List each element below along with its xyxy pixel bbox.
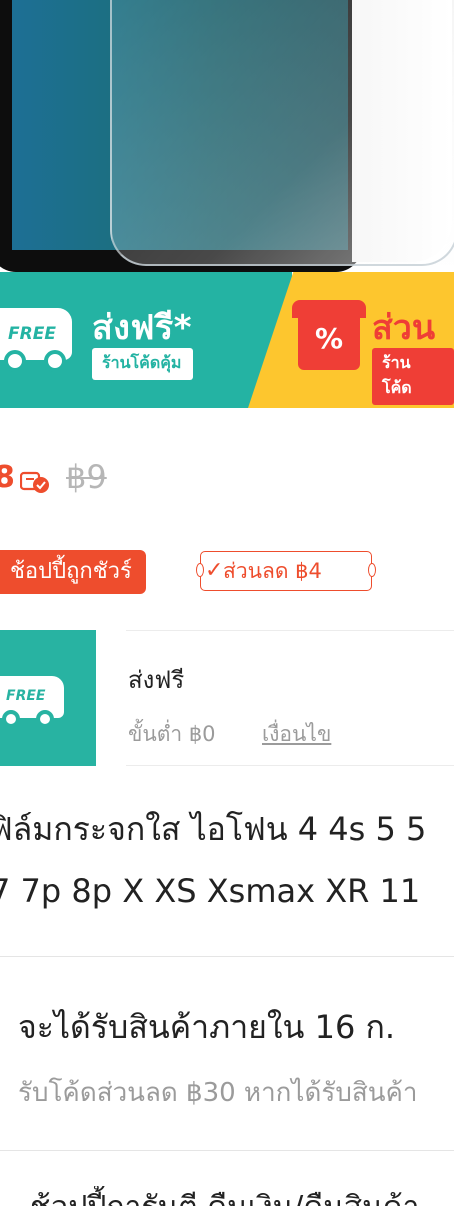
wheel-icon <box>44 350 66 372</box>
promo-banner[interactable]: FREE ส่งฟรี* ร้านโค้ดคุ้ม % ส่วน ร้านโค้… <box>0 272 454 408</box>
free-label: FREE <box>8 324 56 344</box>
product-image[interactable] <box>0 0 454 272</box>
delivery-eta[interactable]: จะได้รับสินค้าภายใน 16 ก. <box>18 1002 395 1053</box>
product-title-line2: 7 7p 8p X XS Xsmax XR 11 <box>0 872 421 910</box>
divider <box>0 956 454 957</box>
voucher-label: ส่วนลด ฿4 <box>223 559 322 583</box>
ticket-notch <box>196 563 204 577</box>
wheel-icon <box>36 710 54 728</box>
free-label: FREE <box>6 688 46 704</box>
conditions-link[interactable]: เงื่อนไข <box>262 718 331 751</box>
divider <box>126 630 454 631</box>
discount-title: ส่วน <box>372 308 436 348</box>
original-price: ฿9 <box>66 458 107 496</box>
ticket-notch <box>368 563 376 577</box>
current-price: 8 <box>0 460 15 495</box>
voucher-tag[interactable]: ✓ ส่วนลด ฿4 <box>200 551 372 591</box>
coin-voucher-icon <box>20 471 49 493</box>
free-shipping-subtitle: ร้านโค้ดคุ้ม <box>92 348 194 380</box>
free-shipping-promo: FREE ส่งฟรี* ร้านโค้ดคุ้ม <box>0 272 292 408</box>
check-icon: ✓ <box>205 558 224 583</box>
divider <box>126 765 454 766</box>
wheel-icon <box>4 350 26 372</box>
shipping-card[interactable]: FREE ส่งฟรี ขั้นต่ำ ฿0 เงื่อนไข <box>0 630 454 766</box>
percent-icon: % <box>314 322 344 355</box>
free-shipping-icon: FREE <box>0 630 96 766</box>
discount-subtitle: ร้านโค้ด <box>372 348 454 405</box>
product-title-line1: ฟิล์มกระจกใส ไอโฟน 4 4s 5 5 <box>0 810 427 848</box>
wheel-icon <box>2 710 20 728</box>
divider <box>0 1150 454 1151</box>
delivery-guarantee: รับโค้ดส่วนลด ฿30 หากได้รับสินค้า <box>18 1078 418 1108</box>
free-shipping-title: ส่งฟรี* <box>92 308 192 348</box>
shopee-guarantee-tag[interactable]: ช้อปปี้ถูกชัวร์ <box>0 550 146 594</box>
shipping-title: ส่งฟรี <box>128 666 185 694</box>
glass-edge <box>352 0 452 262</box>
min-spend: ขั้นต่ำ ฿0 <box>128 722 216 746</box>
next-section-peek: ช้อปปี้การันตี คืนเงิน/คืนสินค้าใน 15 วั… <box>30 1186 420 1206</box>
